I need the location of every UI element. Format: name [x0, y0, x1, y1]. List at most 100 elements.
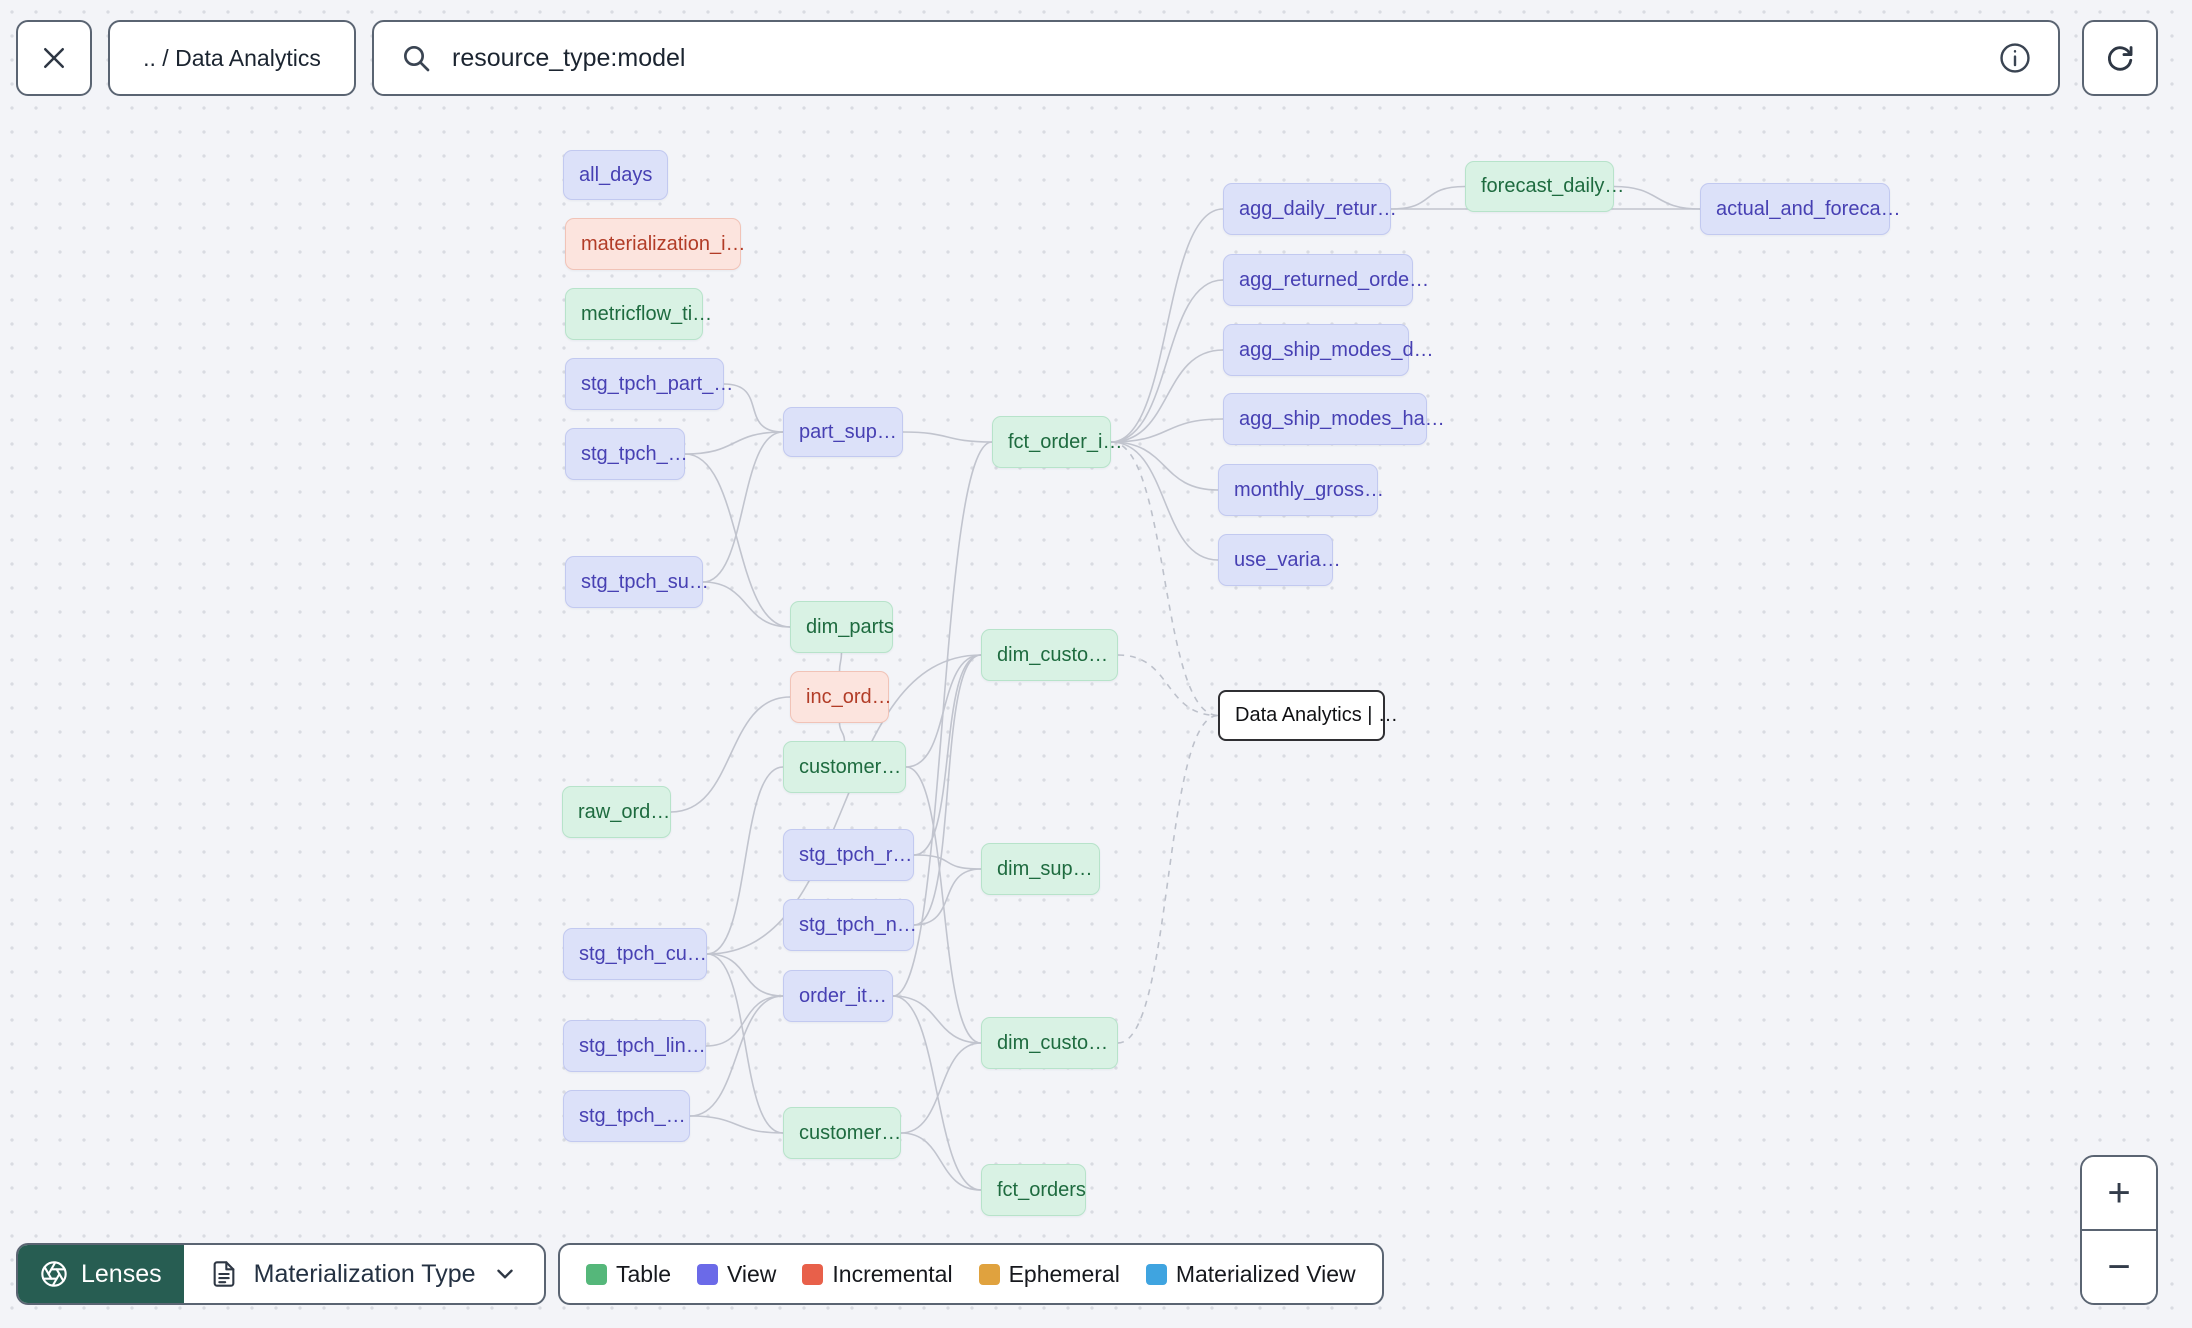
edge-path: [1117, 654, 1219, 717]
edge-path: [892, 995, 982, 1191]
graph-node-dim_customers_a[interactable]: dim_custo…: [981, 629, 1118, 681]
info-icon[interactable]: [1998, 41, 2032, 75]
lenses-button[interactable]: Lenses: [18, 1245, 184, 1303]
node-label: stg_tpch_cu…: [579, 942, 707, 965]
graph-node-dim_parts[interactable]: dim_parts: [790, 601, 894, 653]
graph-node-agg_returned_orders[interactable]: agg_returned_orde…: [1223, 254, 1429, 306]
legend-swatch: [586, 1263, 607, 1285]
edge-path: [705, 995, 784, 1047]
graph-node-inc_orders[interactable]: inc_ord…: [790, 671, 892, 723]
graph-node-stg_tpch_nations[interactable]: stg_tpch_n…: [783, 899, 917, 951]
graph-node-stg_tpch_b[interactable]: stg_tpch_…: [563, 1090, 690, 1142]
graph-node-fct_order_items[interactable]: fct_order_i…: [992, 416, 1123, 468]
graph-node-metricflow_time[interactable]: metricflow_ti…: [565, 288, 712, 340]
search-input[interactable]: [452, 43, 1978, 73]
breadcrumb[interactable]: .. / Data Analytics: [108, 20, 356, 96]
legend-label: Materialized View: [1175, 1260, 1356, 1287]
graph-node-monthly_gross[interactable]: monthly_gross…: [1218, 464, 1384, 516]
materialization-legend: Table View Incremental Ephemeral Materialize…: [558, 1243, 1384, 1305]
lens-selector-dropdown[interactable]: Materialization Type: [184, 1245, 544, 1303]
node-label: use_varia…: [1234, 548, 1341, 571]
graph-node-part_suppliers[interactable]: part_sup…: [783, 407, 903, 457]
refresh-button[interactable]: [2082, 20, 2158, 96]
document-icon: [210, 1260, 238, 1288]
edge-path: [702, 581, 791, 628]
edge-path: [1110, 279, 1224, 443]
node-label: customer…: [799, 755, 902, 778]
graph-node-materialization_inc[interactable]: materialization_i…: [565, 218, 746, 270]
edge-path: [1110, 418, 1224, 443]
node-label: stg_tpch_…: [579, 1104, 686, 1127]
graph-node-customers_a[interactable]: customer…: [783, 741, 906, 793]
legend-item: Table: [586, 1261, 671, 1288]
edge-path: [900, 1132, 982, 1191]
edge-path: [1110, 441, 1219, 717]
edge-path: [838, 722, 846, 742]
graph-node-agg_ship_modes_ha[interactable]: agg_ship_modes_ha…: [1223, 393, 1445, 445]
graph-node-fct_orders[interactable]: fct_orders: [981, 1164, 1086, 1216]
graph-node-all_days[interactable]: all_days: [563, 150, 668, 200]
graph-node-agg_daily_returns[interactable]: agg_daily_retur…: [1223, 183, 1397, 235]
edge-path: [706, 953, 784, 997]
graph-node-customers_b[interactable]: customer…: [783, 1107, 901, 1159]
node-label: raw_ord…: [578, 800, 671, 823]
node-label: actual_and_foreca…: [1716, 197, 1901, 220]
search-bar[interactable]: [372, 20, 2060, 96]
edge-path: [913, 654, 982, 856]
edge-path: [1110, 349, 1224, 443]
node-label: agg_returned_orde…: [1239, 268, 1430, 291]
graph-node-exposure_data_analytics[interactable]: Data Analytics | …: [1218, 690, 1398, 741]
node-label: agg_ship_modes_ha…: [1239, 407, 1445, 430]
node-label: stg_tpch_su…: [581, 570, 709, 593]
node-label: forecast_daily…: [1481, 175, 1625, 197]
node-label: materialization_i…: [581, 232, 746, 255]
edge-path: [1117, 714, 1219, 1044]
graph-node-agg_ship_modes_d[interactable]: agg_ship_modes_d…: [1223, 324, 1434, 376]
edge-path: [706, 953, 784, 1134]
lenses-label: Lenses: [81, 1259, 162, 1288]
legend-item: View: [696, 1260, 777, 1288]
zoom-out-button[interactable]: −: [2082, 1229, 2156, 1303]
legend-swatch: [1145, 1263, 1167, 1285]
edge-path: [1613, 185, 1701, 210]
legend-label: Incremental: [832, 1260, 953, 1287]
node-label: dim_custo…: [997, 643, 1109, 666]
graph-node-dim_customers_b[interactable]: dim_custo…: [981, 1017, 1118, 1069]
legend-swatch: [696, 1263, 718, 1285]
node-label: stg_tpch_part_…: [581, 372, 734, 395]
graph-node-order_items[interactable]: order_it…: [783, 970, 893, 1022]
edge-path: [892, 995, 982, 1044]
edge-path: [1110, 441, 1219, 491]
graph-node-stg_tpch_line_items[interactable]: stg_tpch_lin…: [563, 1020, 706, 1072]
node-label: stg_tpch_n…: [799, 913, 917, 936]
legend-swatch: [978, 1263, 1000, 1285]
legend-label: View: [726, 1260, 777, 1287]
node-label: stg_tpch_r…: [799, 843, 913, 866]
close-icon: [39, 43, 69, 73]
graph-node-use_variables[interactable]: use_varia…: [1218, 534, 1341, 586]
node-label: fct_order_i…: [1008, 430, 1123, 453]
graph-node-stg_tpch_regions[interactable]: stg_tpch_r…: [783, 829, 914, 881]
node-label: all_days: [579, 163, 653, 186]
zoom-in-button[interactable]: +: [2082, 1157, 2156, 1229]
node-label: agg_ship_modes_d…: [1239, 338, 1434, 361]
graph-node-stg_tpch_suppliers[interactable]: stg_tpch_su…: [565, 556, 709, 608]
aperture-icon: [40, 1260, 68, 1288]
edge-path: [1390, 185, 1466, 210]
lineage-graph-screen: all_days materialization_i… metricflow_ti……: [0, 0, 2192, 1328]
graph-node-stg_tpch_customers[interactable]: stg_tpch_cu…: [563, 928, 707, 980]
legend-item: Ephemeral: [978, 1261, 1120, 1288]
node-label: fct_orders: [997, 1178, 1086, 1201]
close-button[interactable]: [16, 20, 92, 96]
graph-node-dim_suppliers[interactable]: dim_sup…: [981, 843, 1100, 895]
edge-path: [706, 766, 784, 955]
lens-selector-label: Materialization Type: [253, 1259, 476, 1288]
edge-path: [684, 431, 784, 455]
graph-node-raw_orders[interactable]: raw_ord…: [562, 786, 671, 838]
graph-node-actual_and_forecast[interactable]: actual_and_foreca…: [1700, 183, 1901, 235]
graph-node-forecast_daily[interactable]: forecast_daily…: [1465, 161, 1624, 212]
legend-item: Materialized View: [1145, 1260, 1356, 1288]
node-label: dim_parts: [806, 615, 894, 638]
graph-node-stg_tpch_a[interactable]: stg_tpch_…: [565, 428, 688, 480]
graph-node-stg_tpch_parts[interactable]: stg_tpch_part_…: [565, 358, 733, 410]
